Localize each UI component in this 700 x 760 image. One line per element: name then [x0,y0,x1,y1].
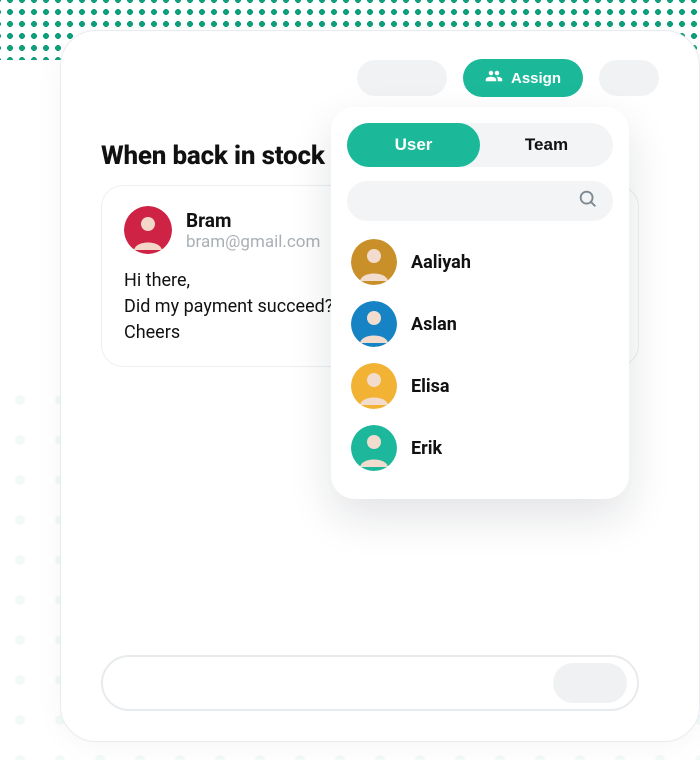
user-row[interactable]: Aslan [347,293,613,355]
user-row[interactable]: Aaliyah [347,231,613,293]
sender-email: bram@gmail.com [186,232,320,252]
reply-send-button[interactable] [553,663,627,703]
tab-team[interactable]: Team [480,123,613,167]
segmented-control: User Team [347,123,613,167]
toolbar-placeholder [357,60,447,96]
user-row[interactable]: Elisa [347,355,613,417]
search-icon [577,188,599,214]
assign-button-label: Assign [511,70,561,87]
user-avatar [351,363,397,409]
user-avatar [351,425,397,471]
user-name: Aslan [411,314,457,335]
people-icon [485,67,503,89]
user-list: Aaliyah Aslan Elisa Erik [347,231,613,479]
user-search[interactable] [347,181,613,221]
assign-dropdown: User Team Aaliyah Aslan Elisa Erik [331,107,629,499]
reply-input[interactable] [101,655,639,711]
user-name: Aaliyah [411,252,471,273]
toolbar-placeholder [599,60,659,96]
sender-name: Bram [186,209,320,232]
assign-button[interactable]: Assign [463,59,583,97]
tab-user[interactable]: User [347,123,480,167]
toolbar: Assign [357,59,659,97]
user-avatar [351,239,397,285]
user-name: Erik [411,438,442,459]
ticket-card: Assign When back in stock Bram bram@gmai… [60,30,700,742]
user-name: Elisa [411,376,450,397]
sender-avatar [124,206,172,254]
ticket-subject: When back in stock [101,141,325,171]
user-avatar [351,301,397,347]
search-input[interactable] [361,192,577,210]
user-row[interactable]: Erik [347,417,613,479]
